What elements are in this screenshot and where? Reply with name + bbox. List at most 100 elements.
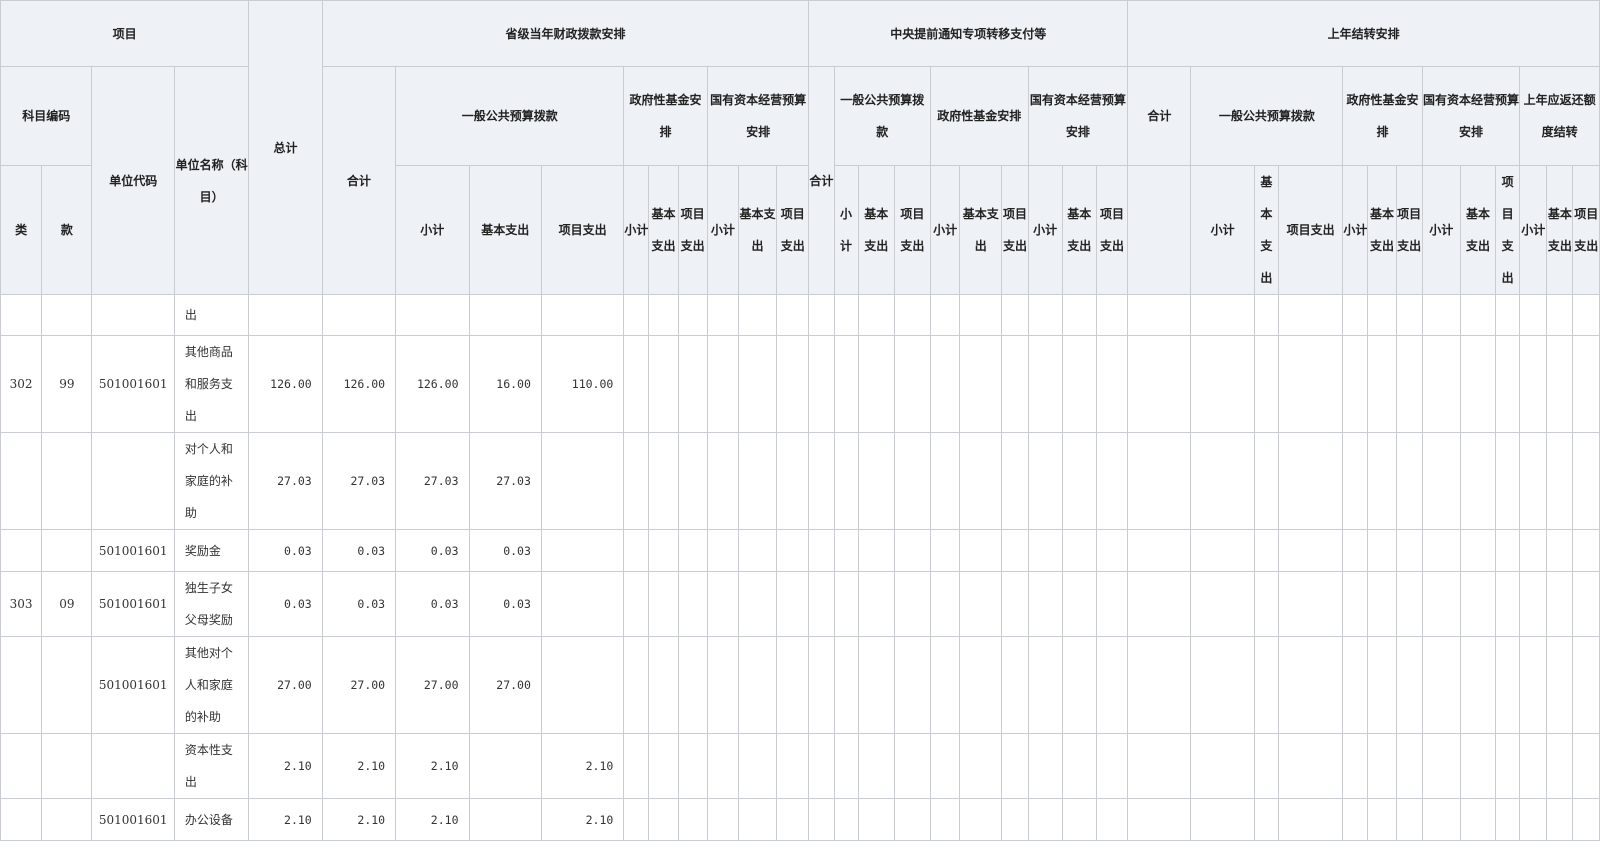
cell-name: 独生子女父母奖励 — [173, 571, 250, 637]
cell-lei — [0, 529, 43, 572]
cell-xiangmu — [540, 529, 625, 572]
cell-total: 27.03 — [248, 432, 323, 530]
table-row: 302 99 501001601 其他商品和服务支出 126.00 126.00… — [0, 335, 1600, 433]
cell-total: 0.03 — [248, 529, 323, 572]
cell-jiben — [468, 798, 542, 841]
table-row: 出 — [0, 294, 1600, 336]
header-g2-yb-jb: 基本支出 — [857, 165, 895, 295]
header-g2-gy-xj: 小计 — [1027, 165, 1063, 295]
cell-heji — [321, 294, 397, 336]
cell-name: 其他对个人和家庭的补助 — [173, 636, 250, 734]
header-g3-ybgg: 一般公共预算拨款 — [1190, 66, 1344, 166]
header-g3-gyzb: 国有资本经营预算安排 — [1421, 66, 1521, 166]
table-row: 303 09 501001601 独生子女父母奖励 0.03 0.03 0.03… — [0, 571, 1600, 637]
header-g2-yb-xm: 项目支出 — [893, 165, 932, 295]
header-g2-zf-xm: 项目支出 — [1001, 165, 1029, 295]
cell-kuan: 99 — [41, 335, 93, 433]
header-kemu-bianma: 科目编码 — [0, 66, 93, 166]
header-g2-yb-xj: 小计 — [833, 165, 859, 295]
header-g1-gy-jb: 基本支出 — [737, 165, 778, 295]
cell-xiaoji: 2.10 — [395, 733, 470, 799]
cell-name: 出 — [173, 294, 250, 336]
cell-jiben: 27.03 — [468, 432, 542, 530]
cell-xiaoji: 27.00 — [395, 636, 470, 734]
cell-code: 501001601 — [91, 636, 175, 734]
budget-sheet: 项目 总计 省级当年财政拨款安排 中央提前通知专项转移支付等 上年结转安排 科目… — [0, 0, 1600, 853]
header-g1-gyzb: 国有资本经营预算安排 — [706, 66, 810, 166]
header-g3-gy-xj: 小计 — [1421, 165, 1461, 295]
header-g1-ybgg: 一般公共预算拨款 — [395, 66, 625, 166]
cell-xiangmu — [540, 571, 625, 637]
cell-xiaoji: 0.03 — [395, 529, 470, 572]
header-group2-title: 中央提前通知专项转移支付等 — [808, 0, 1129, 67]
table-row: 501001601 办公设备 2.10 2.10 2.10 2.10 — [0, 798, 1600, 841]
header-g2-zf-jb: 基本支出 — [959, 165, 1003, 295]
header-kuan: 款 — [41, 165, 93, 295]
header-g3-gy-jb: 基本支出 — [1459, 165, 1497, 295]
header-g2-zf-xj: 小计 — [929, 165, 961, 295]
budget-table: 项目 总计 省级当年财政拨款安排 中央提前通知专项转移支付等 上年结转安排 科目… — [0, 0, 1600, 841]
header-group1-title: 省级当年财政拨款安排 — [321, 0, 810, 67]
cell-code — [91, 294, 175, 336]
cell-name: 奖励金 — [173, 529, 250, 572]
header-g3-blank — [1127, 165, 1192, 295]
cell-total: 0.03 — [248, 571, 323, 637]
header-lei: 类 — [0, 165, 43, 295]
header-g2-gy-jb: 基本支出 — [1061, 165, 1097, 295]
cell-code: 501001601 — [91, 571, 175, 637]
cell-xiaoji: 2.10 — [395, 798, 470, 841]
cell-heji: 2.10 — [321, 798, 397, 841]
header-g3-gy-xm: 项目支出 — [1495, 165, 1521, 295]
cell-jiben: 0.03 — [468, 529, 542, 572]
cell-xiaoji — [395, 294, 470, 336]
cell-heji: 126.00 — [321, 335, 397, 433]
cell-xiangmu: 110.00 — [540, 335, 625, 433]
cell-lei — [0, 798, 43, 841]
cell-lei — [0, 294, 43, 336]
header-g2-gyzb: 国有资本经营预算安排 — [1027, 66, 1129, 166]
header-g1-gy-xm: 项目支出 — [776, 165, 810, 295]
header-danwei-daima: 单位代码 — [91, 66, 175, 295]
cell-name: 对个人和家庭的补助 — [173, 432, 250, 530]
cell-jiben: 16.00 — [468, 335, 542, 433]
header-g3-sn-xm: 项目支出 — [1572, 165, 1600, 295]
cell-kuan: 09 — [41, 571, 93, 637]
header-g3-sn-jb: 基本支出 — [1546, 165, 1574, 295]
cell-lei: 302 — [0, 335, 43, 433]
header-g1-jiben: 基本支出 — [468, 165, 542, 295]
header-g3-zfxjj: 政府性基金安排 — [1342, 66, 1423, 166]
header-g1-zfxjj: 政府性基金安排 — [623, 66, 708, 166]
header-g3-yb-xj: 小计 — [1190, 165, 1255, 295]
cell-xiaoji: 27.03 — [395, 432, 470, 530]
header-g1-gy-xj: 小计 — [706, 165, 739, 295]
cell-xiangmu: 2.10 — [540, 798, 625, 841]
cell-total: 27.00 — [248, 636, 323, 734]
header-group3-title: 上年结转安排 — [1127, 0, 1600, 67]
table-body: 出 302 99 501001601 其他商品和服务支出 126.00 126.… — [0, 294, 1600, 841]
header-g3-zf-jb: 基本支出 — [1367, 165, 1397, 295]
cell-code — [91, 733, 175, 799]
header-g2-ybgg: 一般公共预算拨款 — [833, 66, 931, 166]
header-total: 总计 — [248, 0, 323, 295]
cell-lei — [0, 636, 43, 734]
header-g2-gy-xm: 项目支出 — [1095, 165, 1129, 295]
header-g1-zf-jb: 基本支出 — [648, 165, 679, 295]
header-g3-heji: 合计 — [1127, 66, 1192, 166]
table-row: 501001601 奖励金 0.03 0.03 0.03 0.03 — [0, 529, 1600, 572]
cell-jiben: 0.03 — [468, 571, 542, 637]
header-g3-sn-xj: 小计 — [1519, 165, 1548, 295]
header-g3-yb-xm: 项目支出 — [1277, 165, 1344, 295]
header-g1-heji: 合计 — [321, 66, 397, 295]
cell-heji: 27.03 — [321, 432, 397, 530]
cell-total: 126.00 — [248, 335, 323, 433]
cell-kuan — [41, 733, 93, 799]
cell-xiaoji: 0.03 — [395, 571, 470, 637]
header-g2-zfxjj: 政府性基金安排 — [930, 66, 1029, 166]
header-g1-xiaoji: 小计 — [395, 165, 470, 295]
cell-code — [91, 432, 175, 530]
cell-xiangmu — [540, 432, 625, 530]
cell-heji: 0.03 — [321, 571, 397, 637]
cell-jiben — [468, 733, 542, 799]
table-row: 资本性支出 2.10 2.10 2.10 2.10 — [0, 733, 1600, 799]
header-g2-heji: 合计 — [808, 66, 835, 295]
